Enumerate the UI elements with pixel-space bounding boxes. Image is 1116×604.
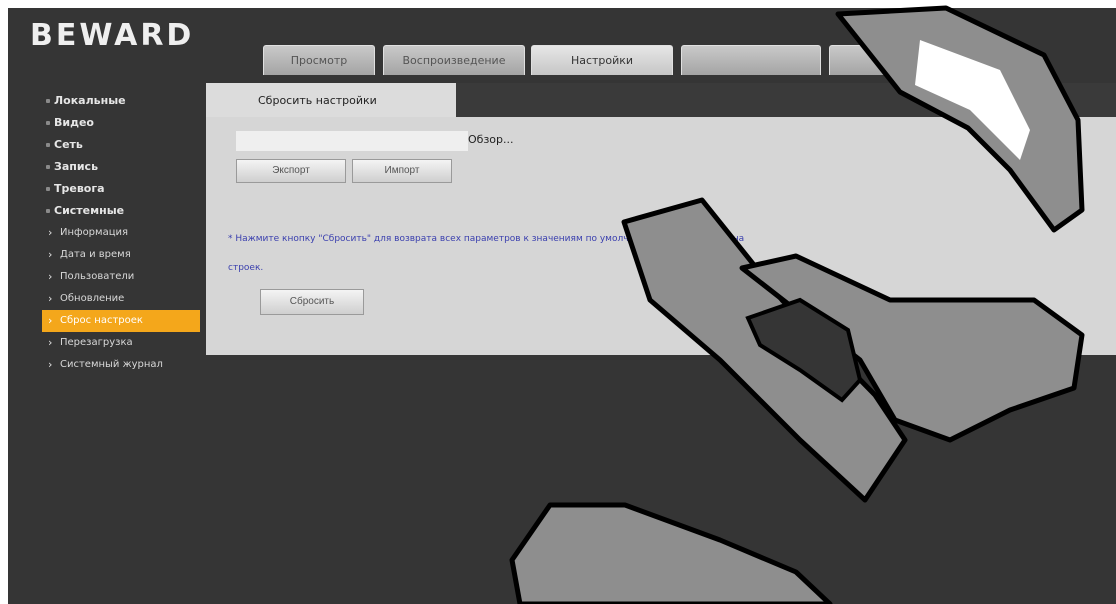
sidebar-subitem-info[interactable]: › Информация [8,222,200,244]
sidebar-item-local[interactable]: Локальные [8,90,200,112]
panel-body: Обзор... Экспорт Импорт * Нажмите кнопку… [206,117,1116,355]
sidebar-item-label: Тревога [54,182,105,195]
settings-panel: Сбросить настройки Обзор... Экспорт Импо… [206,83,1116,355]
sidebar-subitem-label: Дата и время [60,249,131,260]
config-file-input[interactable] [236,131,468,151]
bullet-icon [46,165,50,169]
sidebar-subitem-update[interactable]: › Обновление [8,288,200,310]
sidebar-subitem-system-log[interactable]: › Системный журнал [8,354,200,376]
bullet-icon [46,121,50,125]
chevron-right-icon: › [48,358,53,371]
sidebar-item-label: Системные [54,204,125,217]
sidebar: Локальные Видео Сеть Запись Тревога Сист… [8,90,200,376]
tab-preview[interactable]: Просмотр [263,45,375,75]
sidebar-subitem-label: Обновление [60,293,125,304]
tab-settings[interactable]: Настройки [531,45,673,75]
sidebar-item-recording[interactable]: Запись [8,156,200,178]
chevron-right-icon: › [48,270,53,283]
sidebar-subitem-reboot[interactable]: › Перезагрузка [8,332,200,354]
sidebar-subitem-label: Сброс настроек [60,315,143,326]
sidebar-item-network[interactable]: Сеть [8,134,200,156]
sidebar-subitem-label: Системный журнал [60,359,163,370]
sidebar-item-label: Запись [54,160,99,173]
chevron-right-icon: › [48,226,53,239]
sidebar-subitem-label: Информация [60,227,129,238]
tab-5[interactable] [829,45,961,75]
bullet-icon [46,143,50,147]
sidebar-item-system[interactable]: Системные [8,200,200,222]
import-button[interactable]: Импорт [352,159,452,183]
browse-button[interactable]: Обзор... [468,133,514,146]
reset-note-text: * Нажмите кнопку "Сбросить" для возврата… [228,234,745,273]
sidebar-subitem-label: Перезагрузка [60,337,133,348]
reset-button[interactable]: Сбросить [260,289,364,315]
sidebar-item-label: Сеть [54,138,83,151]
chevron-right-icon: › [48,336,53,349]
sidebar-item-video[interactable]: Видео [8,112,200,134]
sidebar-item-label: Видео [54,116,94,129]
panel-tab-label: Сбросить настройки [258,94,377,107]
bullet-icon [46,99,50,103]
panel-tab[interactable]: Сбросить настройки [206,83,456,117]
sidebar-subitem-label: Пользователи [60,271,135,282]
tab-playback[interactable]: Воспроизведение [383,45,525,75]
sidebar-item-label: Локальные [54,94,126,107]
app-window: BEWARD Просмотр Воспроизведение Настройк… [8,8,1116,604]
brand-logo: BEWARD [30,18,195,53]
sidebar-subitem-reset-settings[interactable]: › Сброс настроек [42,310,200,332]
sidebar-item-alarm[interactable]: Тревога [8,178,200,200]
tab-4[interactable] [681,45,821,75]
sidebar-subitem-users[interactable]: › Пользователи [8,266,200,288]
chevron-right-icon: › [48,248,53,261]
panel-header-bar [456,83,1116,117]
sidebar-subitem-datetime[interactable]: › Дата и время [8,244,200,266]
export-button[interactable]: Экспорт [236,159,346,183]
chevron-right-icon: › [48,314,53,327]
chevron-right-icon: › [48,292,53,305]
bullet-icon [46,187,50,191]
bullet-icon [46,209,50,213]
